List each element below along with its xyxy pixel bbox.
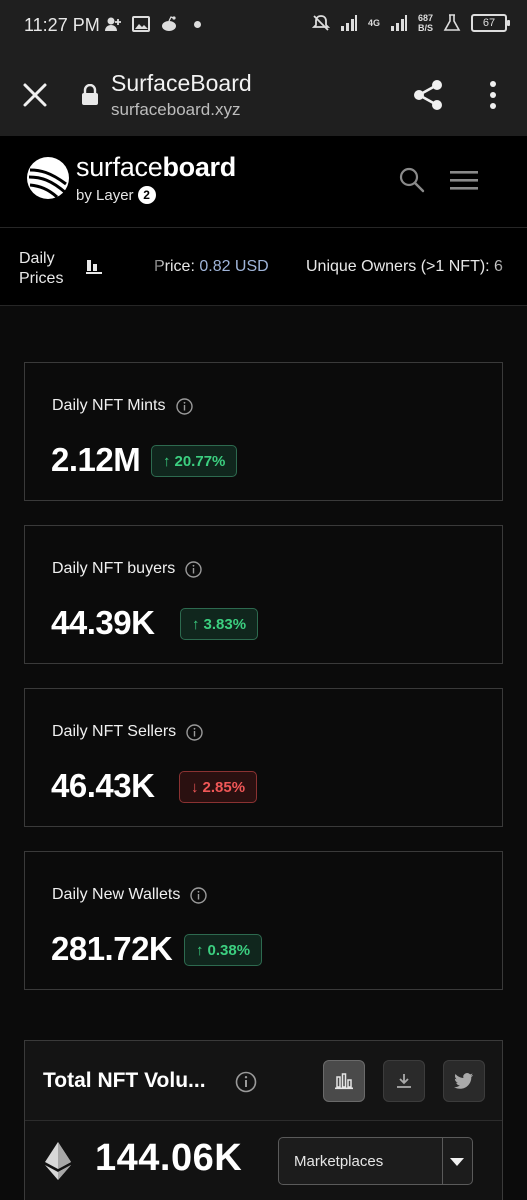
- browser-bar: SurfaceBoard surfaceboard.xyz: [0, 54, 527, 136]
- ticker-unique-owners-item: Unique Owners (>1 NFT): 6: [306, 258, 503, 275]
- net-speed-value: 687: [417, 13, 433, 23]
- signal-icon: [340, 15, 357, 31]
- chart-view-button[interactable]: [323, 1060, 365, 1102]
- status-bar: 11:27 PM 4G 687 B/S 67: [0, 0, 527, 54]
- card-title-text: Daily NFT Mints: [52, 397, 166, 414]
- stat-card-new-wallets: Daily New Wallets 281.72K ↑ 0.38%: [24, 851, 503, 990]
- logo-byline: by Layer 2: [76, 186, 156, 204]
- byline-text: by Layer: [76, 186, 134, 204]
- ticker-price-value: 0.82 USD: [199, 258, 269, 275]
- card-title: Daily NFT Mints: [52, 397, 193, 415]
- stat-card-sellers: Daily NFT Sellers 46.43K ↓ 2.85%: [24, 688, 503, 827]
- volume-panel-header: Total NFT Volu...: [25, 1041, 502, 1121]
- ticker-fade-right: [490, 228, 527, 305]
- card-title-text: Daily NFT Sellers: [52, 723, 177, 740]
- logo-bold-text: board: [162, 152, 236, 182]
- gallery-notification-icon: [132, 16, 150, 32]
- change-badge: ↓ 2.85%: [179, 771, 258, 803]
- change-percent: 0.38%: [207, 941, 251, 959]
- arrow-down-icon: ↓: [191, 778, 199, 796]
- info-icon[interactable]: [235, 1071, 257, 1093]
- logo-light-text: surface: [76, 152, 163, 182]
- card-value: 2.12M: [51, 441, 141, 478]
- net-speed-unit: B/S: [417, 23, 433, 33]
- net-speed: 687 B/S: [418, 13, 433, 33]
- ticker-label: Daily Prices: [19, 250, 64, 287]
- info-icon[interactable]: [175, 397, 193, 415]
- arrow-up-icon: ↑: [192, 615, 200, 633]
- status-time: 11:27 PM: [24, 15, 100, 35]
- change-badge: ↑ 20.77%: [151, 445, 238, 477]
- reddit-notification-icon: [162, 16, 176, 31]
- stat-card-buyers: Daily NFT buyers 44.39K ↑ 3.83%: [24, 525, 503, 664]
- more-notifications-dot: [194, 20, 201, 28]
- more-options-icon[interactable]: [482, 80, 504, 110]
- main-content: Daily NFT Mints 2.12M ↑ 20.77% Daily NFT …: [0, 306, 527, 1200]
- twitter-icon: [454, 1073, 473, 1089]
- page-title: SurfaceBoard: [111, 70, 252, 96]
- card-title: Daily New Wallets: [52, 886, 208, 904]
- arrow-up-icon: ↑: [196, 941, 204, 959]
- logo-wordmark[interactable]: surfaceboard: [76, 152, 236, 183]
- marketplaces-select[interactable]: Marketplaces: [278, 1137, 473, 1185]
- card-title-text: Daily New Wallets: [52, 886, 181, 903]
- lock-icon: [82, 84, 98, 105]
- chevron-down-icon[interactable]: [449, 1157, 465, 1167]
- change-percent: 2.85%: [202, 778, 246, 796]
- ticker-price-item: Price: 0.82 USD: [154, 258, 269, 276]
- flask-icon: [443, 14, 461, 31]
- change-badge: ↑ 0.38%: [184, 934, 263, 966]
- select-value: Marketplaces: [294, 1153, 384, 1170]
- bar-chart-icon: [335, 1073, 353, 1090]
- battery-indicator: 67: [471, 14, 510, 32]
- card-value: 46.43K: [51, 767, 155, 804]
- twitter-share-button[interactable]: [443, 1060, 485, 1102]
- daily-prices-ticker: Daily Prices Price: 0.82 USD Unique Owne…: [0, 228, 527, 306]
- total-nft-volume-panel: Total NFT Volu... 144.06K Marketplaces: [24, 1040, 503, 1200]
- info-icon[interactable]: [186, 723, 203, 741]
- select-divider: [442, 1138, 443, 1184]
- hamburger-menu-icon[interactable]: [450, 169, 478, 191]
- card-title: Daily NFT buyers: [52, 560, 202, 578]
- volume-title: Total NFT Volu...: [43, 1069, 206, 1092]
- network-type: 4G: [367, 18, 380, 28]
- card-value: 44.39K: [51, 604, 155, 641]
- change-percent: 3.83%: [203, 615, 247, 633]
- download-icon: [397, 1074, 411, 1088]
- site-header: surfaceboard by Layer 2: [0, 136, 527, 228]
- arrow-up-icon: ↑: [163, 452, 171, 470]
- card-value: 281.72K: [51, 930, 173, 967]
- bar-chart-icon: [86, 260, 102, 274]
- notification-icons: [104, 15, 201, 33]
- download-button[interactable]: [383, 1060, 425, 1102]
- close-icon[interactable]: [20, 80, 50, 110]
- stat-card-mints: Daily NFT Mints 2.12M ↑ 20.77%: [24, 362, 503, 501]
- share-icon[interactable]: [411, 78, 445, 112]
- info-icon[interactable]: [185, 560, 202, 578]
- volume-value: 144.06K: [95, 1137, 243, 1179]
- card-title: Daily NFT Sellers: [52, 723, 203, 741]
- mute-icon: [311, 15, 330, 31]
- card-title-text: Daily NFT buyers: [52, 560, 176, 577]
- signal-icon-2: [390, 15, 407, 31]
- info-icon[interactable]: [190, 886, 208, 904]
- change-badge: ↑ 3.83%: [180, 608, 259, 640]
- ethereum-icon: [45, 1142, 71, 1180]
- page-url[interactable]: surfaceboard.xyz: [111, 100, 240, 120]
- contact-notification-icon: [105, 17, 121, 31]
- ticker-fade-left: [140, 228, 168, 305]
- surfaceboard-logo-icon[interactable]: [26, 156, 70, 200]
- change-percent: 20.77%: [174, 452, 226, 470]
- search-icon[interactable]: [398, 166, 426, 194]
- system-icons: 4G 687 B/S 67: [311, 13, 510, 33]
- layer2-badge: 2: [137, 186, 156, 204]
